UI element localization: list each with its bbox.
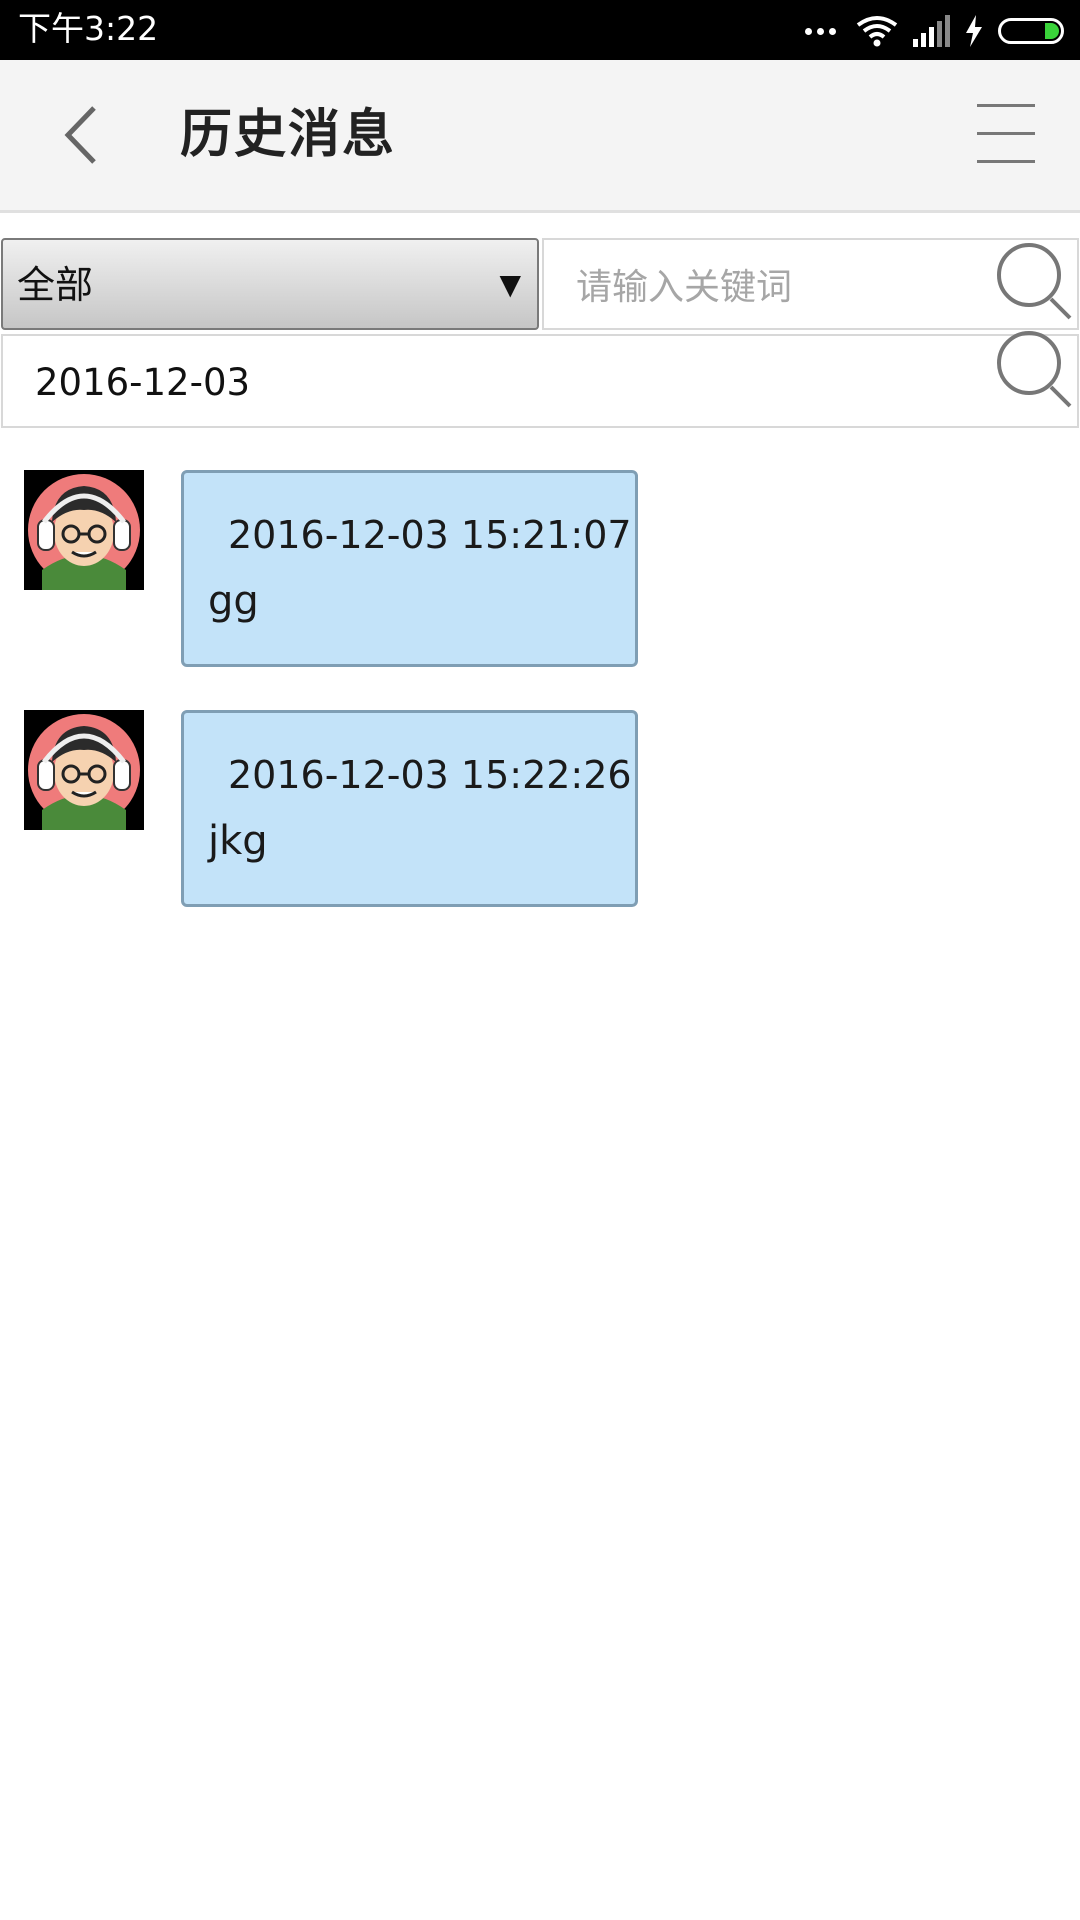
more-dots-icon [805,27,836,35]
message-item: 2016-12-03 15:22:26 jkg [0,710,1080,910]
message-bubble[interactable]: 2016-12-03 15:22:26 jkg [181,710,638,907]
menu-button[interactable] [975,104,1039,164]
wifi-icon [856,16,898,47]
message-timestamp: 2016-12-03 15:21:07 [228,513,632,557]
keyword-search-input[interactable]: 请输入关键词 [542,238,1079,330]
search-icon[interactable] [996,242,1072,320]
app-header: 历史消息 [0,60,1080,213]
back-button[interactable] [50,98,120,172]
category-select-value: 全部 [17,263,94,307]
chevron-left-icon [64,106,96,164]
message-timestamp: 2016-12-03 15:22:26 [228,753,632,797]
hamburger-menu-icon [977,104,1035,107]
dropdown-arrow-icon: ▼ [499,268,521,301]
signal-icon [913,15,950,47]
message-text: gg [208,578,259,624]
message-bubble[interactable]: 2016-12-03 15:21:07 gg [181,470,638,667]
keyword-placeholder: 请输入关键词 [576,267,793,308]
date-field[interactable]: 2016-12-03 [1,331,1079,428]
status-icons [805,14,1064,48]
page-title: 历史消息 [180,105,397,165]
avatar [24,470,144,590]
message-item: 2016-12-03 15:21:07 gg [0,470,1080,670]
date-value: 2016-12-03 [35,361,251,404]
category-select[interactable]: 全部 ▼ [1,238,539,330]
message-text: jkg [208,818,268,864]
date-search-icon[interactable] [996,330,1072,408]
status-time: 下午3:22 [18,9,159,48]
avatar [24,710,144,830]
charging-icon [966,15,982,47]
battery-icon [998,18,1064,44]
status-bar: 下午3:22 [0,0,1080,60]
